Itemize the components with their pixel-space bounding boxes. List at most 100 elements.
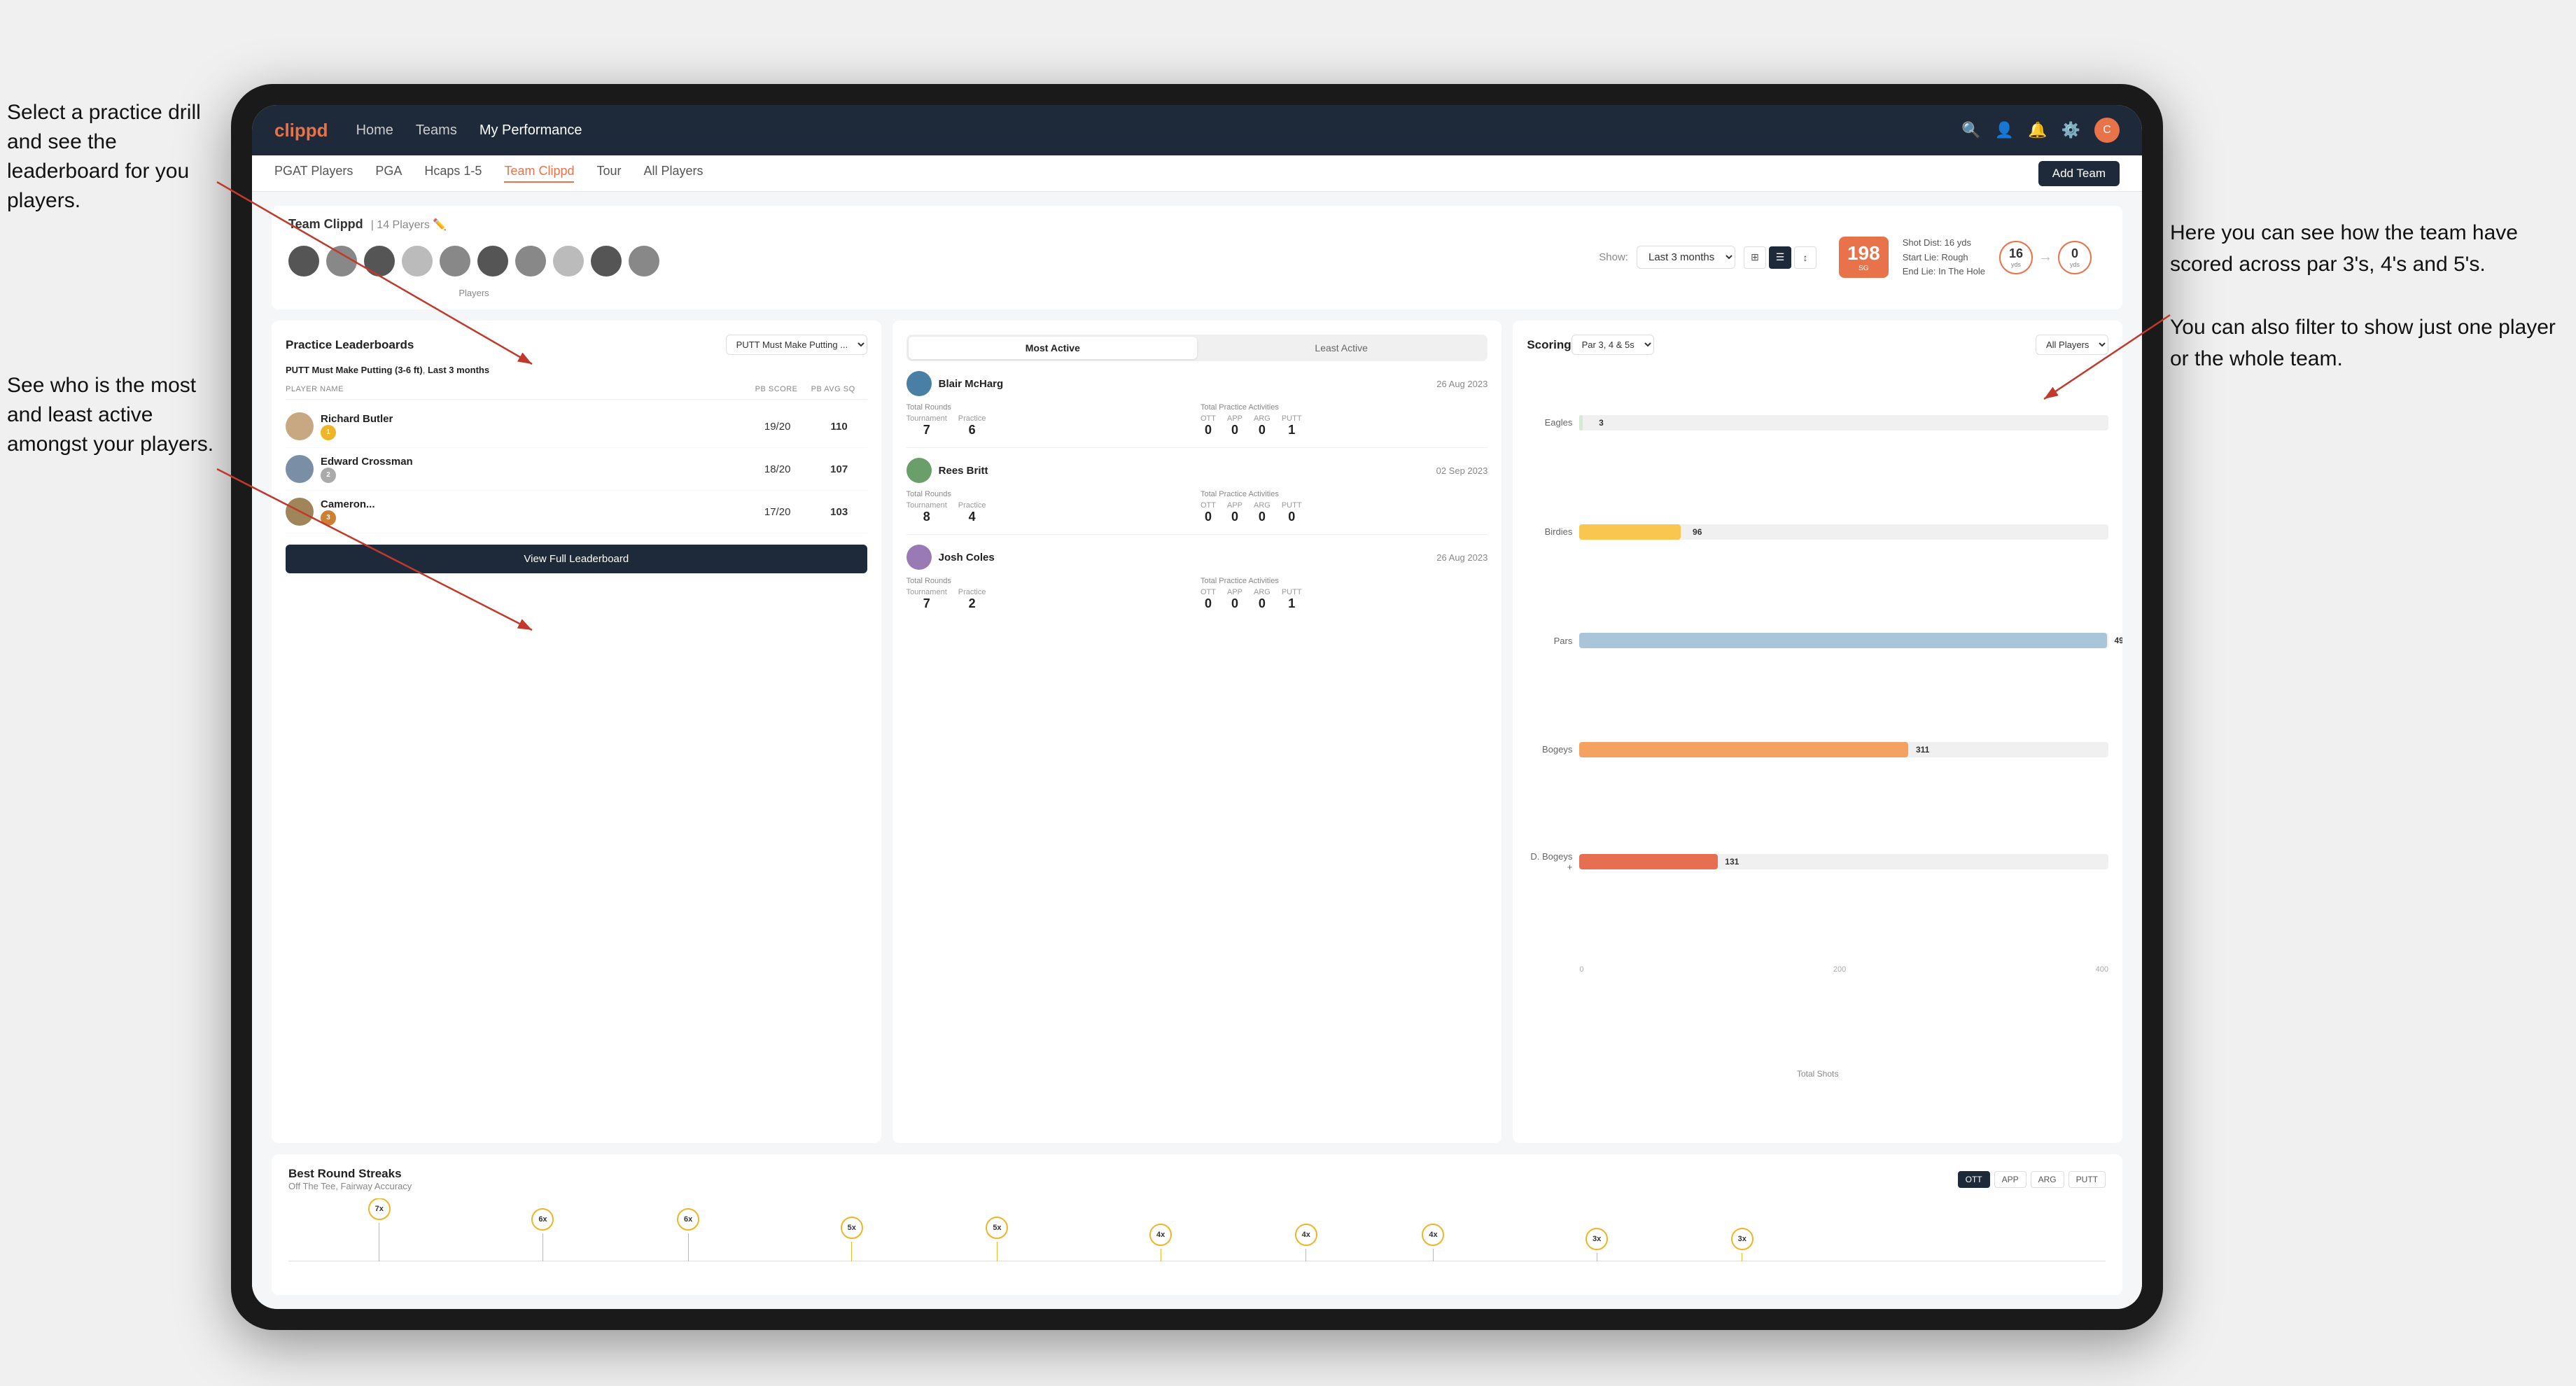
settings-icon[interactable]: ⚙️ (2062, 121, 2080, 139)
streak-chart: 7x 6x 6x 5x (288, 1198, 2106, 1282)
nav-item-teams[interactable]: Teams (416, 122, 457, 139)
activity-putt-col-1: PUTT 1 (1282, 414, 1302, 438)
sub-nav-pgat[interactable]: PGAT Players (274, 164, 353, 183)
pb-row-1: Richard Butler 1 19/20 110 (286, 405, 867, 448)
players-label: Players (288, 288, 659, 298)
activity-stats-1: Total Rounds Tournament 7 Practice 6 (906, 403, 1488, 438)
pb-header-name: PLAYER NAME (286, 385, 755, 393)
streak-node-6: 4x (1149, 1224, 1172, 1261)
avatar[interactable]: C (2094, 118, 2120, 143)
shot-info: Shot Dist: 16 yds Start Lie: Rough End L… (1903, 236, 1985, 279)
activity-rounds-row-1: Tournament 7 Practice 6 (906, 414, 1194, 438)
bar-row-birdies: Birdies 96 (1527, 524, 2108, 540)
pb-score-2: 18/20 (750, 463, 806, 475)
pb-avg-1: 110 (811, 421, 867, 433)
bar-label-birdies: Birdies (1527, 526, 1572, 537)
player-avatar-1[interactable] (288, 246, 319, 276)
activity-practice-row-2: OTT 0 APP 0 ARG 0 (1200, 501, 1488, 524)
streak-node-8: 4x (1422, 1224, 1444, 1261)
list-view-btn[interactable]: ☰ (1769, 246, 1791, 269)
sub-nav-hcaps[interactable]: Hcaps 1-5 (424, 164, 482, 183)
arg-label-1: ARG (1254, 414, 1270, 423)
view-leaderboard-button[interactable]: View Full Leaderboard (286, 545, 867, 573)
filter-arg[interactable]: ARG (2031, 1171, 2064, 1188)
annotation-top-right-text: Here you can see how the team have score… (2170, 221, 2518, 276)
shot-circle-1: 16 yds (1999, 241, 2033, 274)
bar-value-bogeys: 311 (1916, 745, 1929, 755)
activity-player-info-1: Blair McHarg (906, 371, 1004, 396)
filter-ott[interactable]: OTT (1958, 1171, 1990, 1188)
filter-app[interactable]: APP (1994, 1171, 2026, 1188)
pb-avatar-2 (286, 455, 314, 483)
ott-val-3: 0 (1200, 596, 1216, 611)
player-avatar-7[interactable] (515, 246, 546, 276)
activity-rounds-label-2: Total Rounds (906, 490, 1194, 498)
annotation-top-left-text: Select a practice drill and see the lead… (7, 101, 201, 212)
player-avatar-2[interactable] (326, 246, 357, 276)
bar-fill-double-bogeys: 131 (1579, 854, 1718, 869)
activity-ott-col-1: OTT 0 (1200, 414, 1216, 438)
bottom-titles: Best Round Streaks Off The Tee, Fairway … (288, 1167, 412, 1191)
content-area: Team Clippd | 14 Players ✏️ (252, 192, 2142, 1309)
putt-val-2: 0 (1282, 510, 1302, 524)
putt-val-1: 1 (1282, 423, 1302, 438)
sort-view-btn[interactable]: ↕ (1794, 246, 1816, 269)
arg-val-2: 0 (1254, 510, 1270, 524)
best-round-streaks-section: Best Round Streaks Off The Tee, Fairway … (272, 1154, 2122, 1295)
activity-name-2: Rees Britt (939, 465, 988, 477)
most-active-tab[interactable]: Most Active (909, 337, 1197, 359)
scoring-card: Scoring Par 3, 4 & 5s Par 3s Par 4s Par … (1513, 321, 2122, 1143)
shot-circle-1-value: 16 (2009, 246, 2023, 261)
player-avatar-8[interactable] (553, 246, 584, 276)
filter-putt[interactable]: PUTT (2068, 1171, 2106, 1188)
activity-name-1: Blair McHarg (939, 378, 1004, 390)
activity-tournament-val-3: 7 (906, 596, 947, 611)
sub-nav-tour[interactable]: Tour (596, 164, 621, 183)
bar-value-birdies: 96 (1693, 527, 1702, 537)
player-select[interactable]: All Players (2036, 335, 2108, 355)
nav-item-home[interactable]: Home (356, 122, 393, 139)
player-avatar-9[interactable] (591, 246, 622, 276)
pb-score-3: 17/20 (750, 506, 806, 518)
period-select[interactable]: Last 3 months Last 6 months Last year (1637, 246, 1735, 269)
bell-icon[interactable]: 🔔 (2028, 121, 2047, 139)
player-avatar-5[interactable] (440, 246, 470, 276)
bar-row-double-bogeys: D. Bogeys + 131 (1527, 851, 2108, 872)
bar-track-pars: 499 (1579, 633, 2108, 648)
nav-item-my-performance[interactable]: My Performance (479, 122, 582, 139)
pb-player-2: Edward Crossman 2 (286, 455, 744, 483)
activity-avatar-3 (906, 545, 932, 570)
add-team-button[interactable]: Add Team (2038, 161, 2120, 186)
player-avatar-10[interactable] (629, 246, 659, 276)
player-avatar-3[interactable] (364, 246, 395, 276)
streak-node-1: 7x (368, 1198, 391, 1261)
axis-400: 400 (2096, 965, 2108, 974)
activity-stat-group-practice-3: Total Practice Activities OTT 0 APP 0 (1200, 577, 1488, 611)
grid-view-btn[interactable]: ⊞ (1744, 246, 1766, 269)
annotation-bottom-left: See who is the most and least active amo… (7, 371, 224, 459)
sub-nav-pga[interactable]: PGA (375, 164, 402, 183)
shot-connector: → (2038, 249, 2052, 265)
drill-select[interactable]: PUTT Must Make Putting ... (726, 335, 867, 355)
least-active-tab[interactable]: Least Active (1197, 337, 1485, 359)
people-icon[interactable]: 👤 (1995, 121, 2014, 139)
arg-val-3: 0 (1254, 596, 1270, 611)
app-label-1: APP (1227, 414, 1242, 423)
activity-practice-activities-label-1: Total Practice Activities (1200, 403, 1488, 412)
top-nav: clippd Home Teams My Performance 🔍 👤 🔔 ⚙… (252, 105, 2142, 155)
nav-items: Home Teams My Performance (356, 122, 1962, 139)
sub-nav-team-clippd[interactable]: Team Clippd (504, 164, 574, 183)
player-avatar-4[interactable] (402, 246, 433, 276)
pb-name-1: Richard Butler (321, 413, 393, 425)
par-select[interactable]: Par 3, 4 & 5s Par 3s Par 4s Par 5s (1572, 335, 1654, 355)
bottom-title: Best Round Streaks (288, 1167, 412, 1181)
pb-row-3: Cameron... 3 17/20 103 (286, 491, 867, 533)
activity-name-3: Josh Coles (939, 552, 995, 564)
search-icon[interactable]: 🔍 (1961, 121, 1980, 139)
activity-date-3: 26 Aug 2023 (1436, 552, 1488, 563)
player-avatar-6[interactable] (477, 246, 508, 276)
sub-nav-all-players[interactable]: All Players (644, 164, 704, 183)
pb-avg-3: 103 (811, 506, 867, 518)
activity-player-header-2: Rees Britt 02 Sep 2023 (906, 458, 1488, 483)
activity-practice-col-3: Practice 2 (958, 588, 986, 611)
